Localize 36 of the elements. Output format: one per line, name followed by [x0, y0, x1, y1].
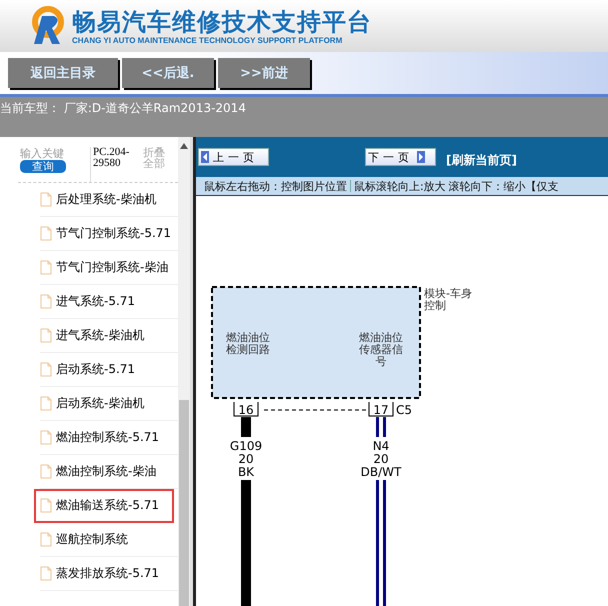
- document-code: PC.204-29580: [90, 147, 137, 182]
- current-vehicle: 当前车型： 厂家:D-道奇公羊Ram2013-2014: [0, 100, 247, 117]
- document-icon: [40, 464, 52, 479]
- pin-number: 17: [368, 402, 394, 417]
- document-icon: [40, 294, 52, 309]
- wire-label: N4 20 DB/WT: [360, 439, 402, 479]
- refresh-link[interactable]: [刷新当前页]: [446, 152, 517, 168]
- tree-item[interactable]: 燃油输送系统-5.71: [34, 489, 174, 523]
- document-icon: [40, 430, 52, 445]
- site-title: 畅易汽车维修技术支持平台: [72, 8, 372, 36]
- scroll-up-icon: [180, 143, 188, 149]
- query-button[interactable]: 查询: [20, 160, 66, 173]
- hint-text: 鼠标左右拖动：控制图片位置: [204, 178, 347, 194]
- module-label: 模块-车身 控制: [424, 287, 472, 312]
- next-page-button[interactable]: 下一页: [365, 148, 436, 166]
- left-arrow-icon: [201, 151, 209, 163]
- site-subtitle: CHANG YI AUTO MAINTENANCE TECHNOLOGY SUPPORT PLATFORM: [72, 36, 344, 44]
- wire-label: G109 20 BK: [230, 439, 262, 479]
- hint-text: 鼠标滚轮向上:放大: [354, 178, 446, 194]
- document-icon: [40, 260, 52, 275]
- document-icon: [40, 328, 52, 343]
- document-icon: [40, 498, 52, 513]
- document-icon: [40, 566, 52, 581]
- previous-page-button[interactable]: 上一页: [198, 148, 269, 166]
- circuit-function-label: 燃油油位 检测回路: [226, 331, 270, 356]
- right-arrow-icon: [417, 151, 425, 163]
- document-icon: [40, 396, 52, 411]
- pin-number: 16: [234, 402, 258, 417]
- connector-label: C5: [396, 403, 412, 417]
- scrollbar-thumb[interactable]: [179, 400, 189, 606]
- hint-text: 滚轮向下：缩小【仅支: [448, 178, 559, 194]
- circuit-function-label: 燃油油位 传感器信 号: [359, 331, 403, 368]
- document-icon: [40, 532, 52, 547]
- document-icon: [40, 226, 52, 241]
- document-icon: [40, 362, 52, 377]
- document-icon: [40, 192, 52, 207]
